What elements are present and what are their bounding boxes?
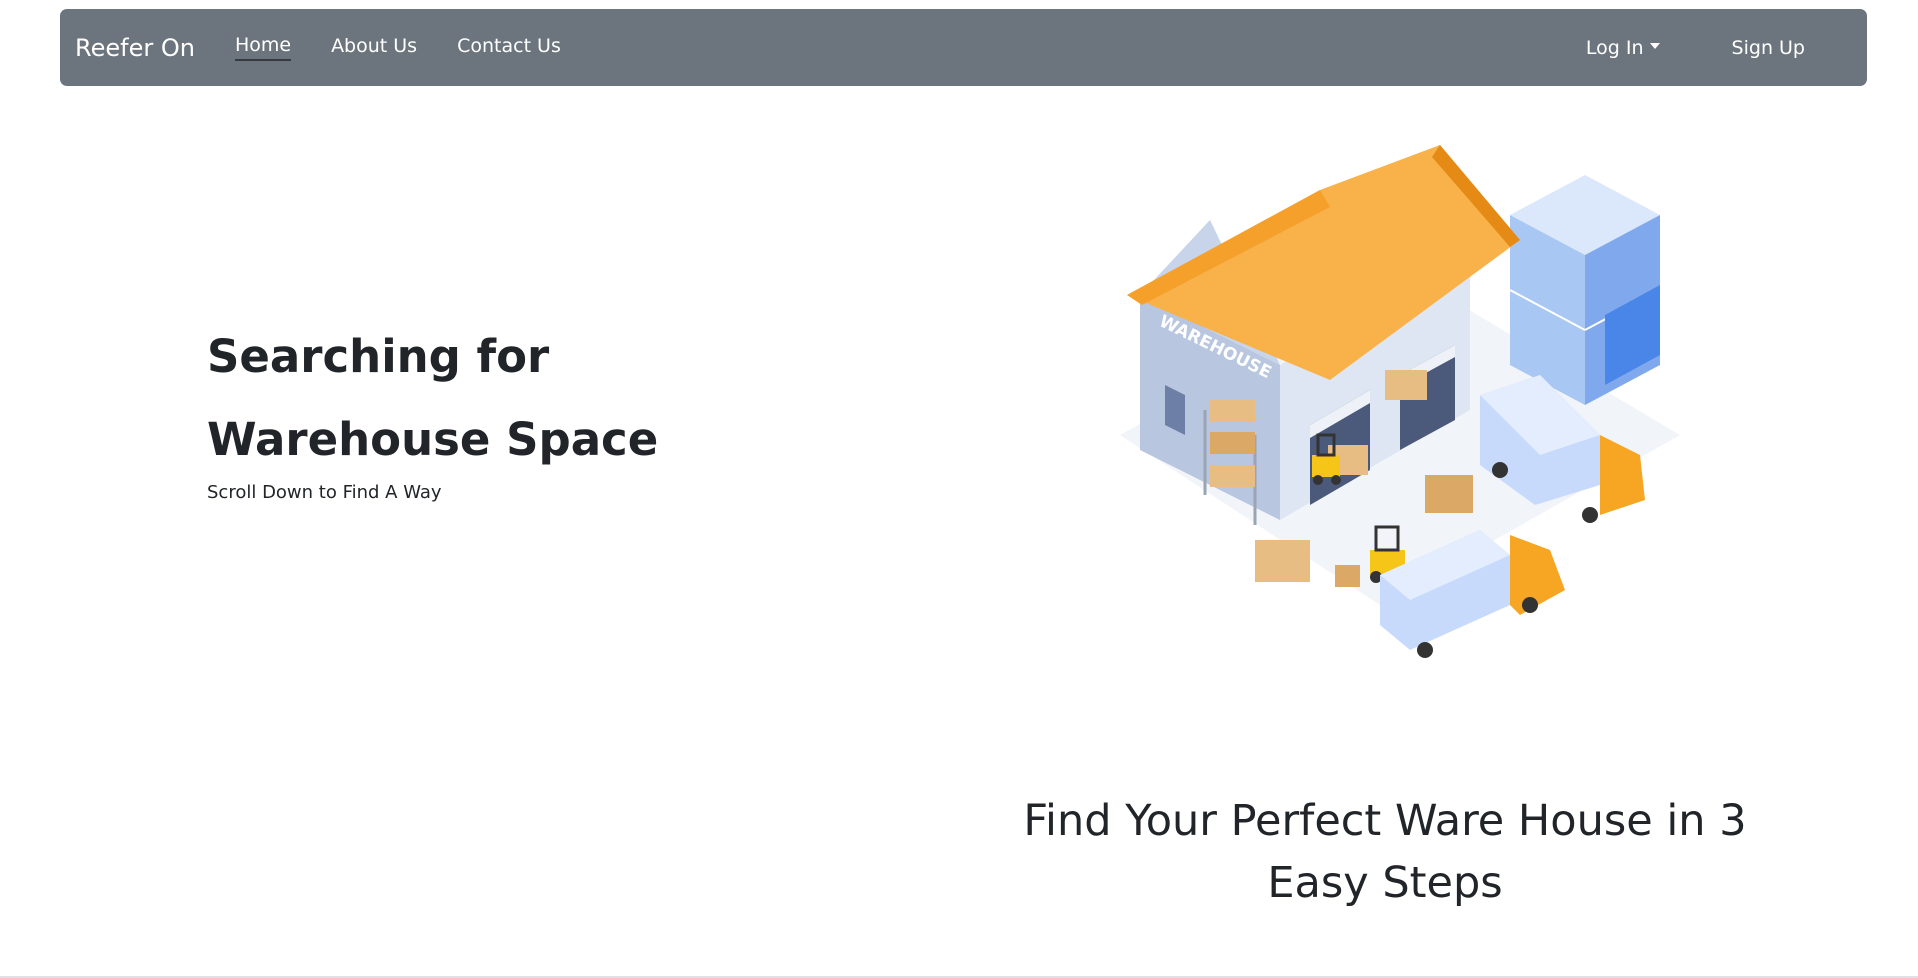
nav-contact-link[interactable]: Contact Us bbox=[457, 35, 561, 60]
shipping-containers bbox=[1509, 175, 1661, 405]
signup-link[interactable]: Sign Up bbox=[1732, 37, 1805, 59]
brand-logo[interactable]: Reefer On bbox=[75, 34, 195, 62]
login-label: Log In bbox=[1585, 36, 1644, 59]
nav-right-group: Log In Sign Up bbox=[1586, 9, 1867, 86]
warehouse-illustration: WAREHOUSE bbox=[1120, 145, 1680, 658]
hero-subtitle: Scroll Down to Find A Way bbox=[207, 482, 442, 503]
hero-title: Searching for Warehouse Space bbox=[207, 315, 767, 481]
nav-about-link[interactable]: About Us bbox=[331, 35, 417, 60]
hero-title-line1: Searching for bbox=[207, 330, 550, 383]
hero-title-line2: Warehouse Space bbox=[207, 413, 659, 466]
nav-home-link[interactable]: Home bbox=[234, 34, 292, 61]
page: Reefer On Home About Us Contact Us Log I… bbox=[0, 0, 1918, 978]
top-navbar: Reefer On Home About Us Contact Us Log I… bbox=[60, 9, 1867, 86]
login-dropdown[interactable]: Log In bbox=[1586, 37, 1660, 59]
caret-down-icon bbox=[1649, 42, 1660, 49]
steps-heading: Find Your Perfect Ware House in 3 Easy S… bbox=[1023, 796, 1747, 908]
